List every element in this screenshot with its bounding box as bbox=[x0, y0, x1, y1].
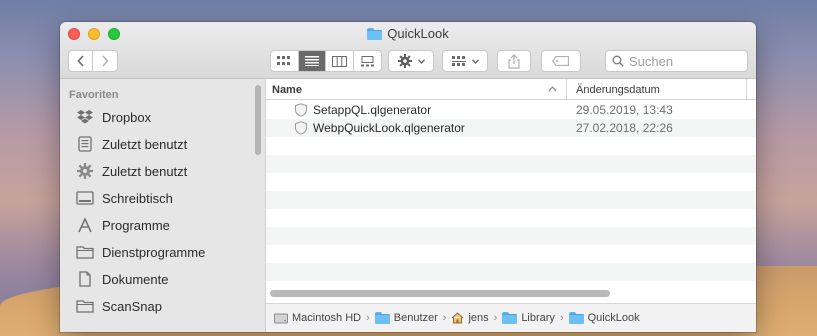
sidebar-heading-favorites: Favoriten bbox=[69, 89, 119, 101]
chevron-right-icon bbox=[102, 55, 109, 67]
back-button[interactable] bbox=[69, 51, 94, 71]
path-item-library[interactable]: Library bbox=[502, 312, 555, 324]
navigation-buttons bbox=[68, 50, 118, 72]
bundle-icon bbox=[294, 103, 308, 120]
share-icon bbox=[508, 53, 520, 69]
sidebar-item-label: Zuletzt benutzt bbox=[102, 163, 188, 179]
chevron-left-icon bbox=[76, 55, 84, 67]
path-separator-icon: › bbox=[559, 312, 564, 324]
sidebar-item-desktop[interactable]: Schreibtisch bbox=[76, 187, 173, 209]
share-button[interactable] bbox=[497, 50, 531, 72]
column-view-button[interactable] bbox=[326, 51, 354, 71]
sidebar-item-label: ScanSnap bbox=[102, 298, 162, 314]
view-mode-switcher bbox=[270, 50, 382, 72]
path-separator-icon: › bbox=[442, 312, 447, 324]
applications-icon bbox=[76, 217, 94, 233]
sidebar-item-scansnap[interactable]: ScanSnap bbox=[76, 295, 162, 317]
file-name: SetappQL.qlgenerator bbox=[313, 103, 432, 117]
sidebar-item-recents-gear[interactable]: Zuletzt benutzt bbox=[76, 160, 187, 182]
horizontal-scrollbar[interactable] bbox=[270, 290, 610, 297]
sidebar-item-recents[interactable]: Zuletzt benutzt bbox=[76, 133, 187, 155]
tag-button[interactable] bbox=[541, 50, 581, 72]
path-separator-icon: › bbox=[493, 312, 498, 324]
search-field[interactable] bbox=[605, 50, 748, 72]
group-icon bbox=[451, 56, 466, 66]
column-header-name[interactable]: Name bbox=[272, 84, 302, 96]
window-title-text: QuickLook bbox=[387, 26, 449, 41]
column-header-date[interactable]: Änderungsdatum bbox=[576, 84, 660, 96]
sidebar-item-label: Dokumente bbox=[102, 271, 169, 287]
icon-view-button[interactable] bbox=[271, 51, 299, 71]
dropbox-icon bbox=[76, 109, 94, 125]
file-name: WebpQuickLook.qlgenerator bbox=[313, 121, 465, 135]
list-view-button[interactable] bbox=[298, 51, 326, 71]
empty-row bbox=[266, 209, 756, 227]
sidebar-item-label: Programme bbox=[102, 217, 170, 233]
sidebar-item-documents[interactable]: Dokumente bbox=[76, 268, 168, 290]
group-by-button[interactable] bbox=[442, 50, 488, 72]
gear-icon bbox=[76, 163, 94, 179]
empty-row bbox=[266, 227, 756, 245]
folder-icon bbox=[76, 298, 94, 314]
column-view-icon bbox=[331, 55, 347, 67]
chevron-down-icon bbox=[471, 58, 479, 64]
path-item-jens[interactable]: jens bbox=[451, 312, 489, 324]
empty-row bbox=[266, 173, 756, 191]
file-list-pane: Name Änderungsdatum SetappQL.qlgenerator… bbox=[266, 79, 756, 332]
sidebar-item-label: Dropbox bbox=[102, 109, 152, 125]
search-input[interactable] bbox=[629, 53, 739, 69]
file-date: 29.05.2019, 13:43 bbox=[576, 103, 673, 117]
folder-icon bbox=[374, 312, 390, 324]
title-bar: QuickLook bbox=[60, 22, 756, 79]
empty-row bbox=[266, 155, 756, 173]
sidebar-item-dropbox[interactable]: Dropbox bbox=[76, 106, 151, 128]
sidebar: Favoriten Dropbox Zuletzt benutzt Zuletz… bbox=[60, 79, 266, 332]
sidebar-scrollbar[interactable] bbox=[255, 85, 261, 155]
column-divider[interactable] bbox=[746, 79, 747, 99]
action-menu-button[interactable] bbox=[388, 50, 434, 72]
sidebar-item-label: Dienstprogramme bbox=[102, 244, 206, 260]
sidebar-item-label: Schreibtisch bbox=[102, 190, 173, 206]
list-view-icon bbox=[304, 56, 319, 66]
sidebar-item-utilities[interactable]: Dienstprogramme bbox=[76, 241, 205, 263]
path-item-benutzer[interactable]: Benutzer bbox=[374, 312, 438, 324]
empty-row bbox=[266, 263, 756, 281]
column-divider[interactable] bbox=[566, 79, 567, 99]
path-bar: Macintosh HD › Benutzer › jens › Library… bbox=[266, 303, 756, 332]
gallery-view-icon bbox=[360, 55, 374, 66]
path-item-macintosh-hd[interactable]: Macintosh HD bbox=[274, 312, 361, 324]
folder-icon bbox=[367, 27, 383, 40]
bundle-icon bbox=[294, 121, 308, 138]
sort-ascending-icon bbox=[548, 84, 557, 94]
path-item-quicklook[interactable]: QuickLook bbox=[568, 312, 640, 324]
window-title: QuickLook bbox=[60, 26, 756, 43]
sidebar-item-applications[interactable]: Programme bbox=[76, 214, 170, 236]
folder-icon bbox=[76, 244, 94, 260]
icon-view-icon bbox=[277, 56, 291, 65]
empty-row bbox=[266, 245, 756, 263]
tag-icon bbox=[552, 56, 569, 66]
document-icon bbox=[76, 271, 94, 287]
folder-icon bbox=[568, 312, 584, 324]
sidebar-item-label: Zuletzt benutzt bbox=[102, 136, 188, 152]
gear-icon bbox=[397, 54, 412, 68]
empty-row bbox=[266, 191, 756, 209]
gallery-view-button[interactable] bbox=[354, 51, 381, 71]
search-icon bbox=[612, 55, 624, 67]
folder-icon bbox=[502, 312, 518, 324]
recents-icon bbox=[76, 136, 94, 152]
forward-button[interactable] bbox=[93, 51, 117, 71]
column-header: Name Änderungsdatum bbox=[266, 79, 756, 100]
hard-drive-icon bbox=[274, 313, 288, 323]
path-separator-icon: › bbox=[366, 312, 370, 324]
desktop-icon bbox=[76, 190, 94, 206]
home-icon bbox=[452, 312, 464, 324]
file-list: SetappQL.qlgenerator 29.05.2019, 13:43 W… bbox=[266, 101, 756, 299]
list-item[interactable]: WebpQuickLook.qlgenerator 27.02.2018, 22… bbox=[266, 119, 756, 137]
file-date: 27.02.2018, 22:26 bbox=[576, 121, 673, 135]
finder-window: QuickLook Suchen Favoriten Dropbox Zulet… bbox=[60, 22, 756, 332]
list-item[interactable]: SetappQL.qlgenerator 29.05.2019, 13:43 bbox=[266, 101, 756, 119]
empty-row bbox=[266, 137, 756, 155]
chevron-down-icon bbox=[417, 58, 425, 64]
